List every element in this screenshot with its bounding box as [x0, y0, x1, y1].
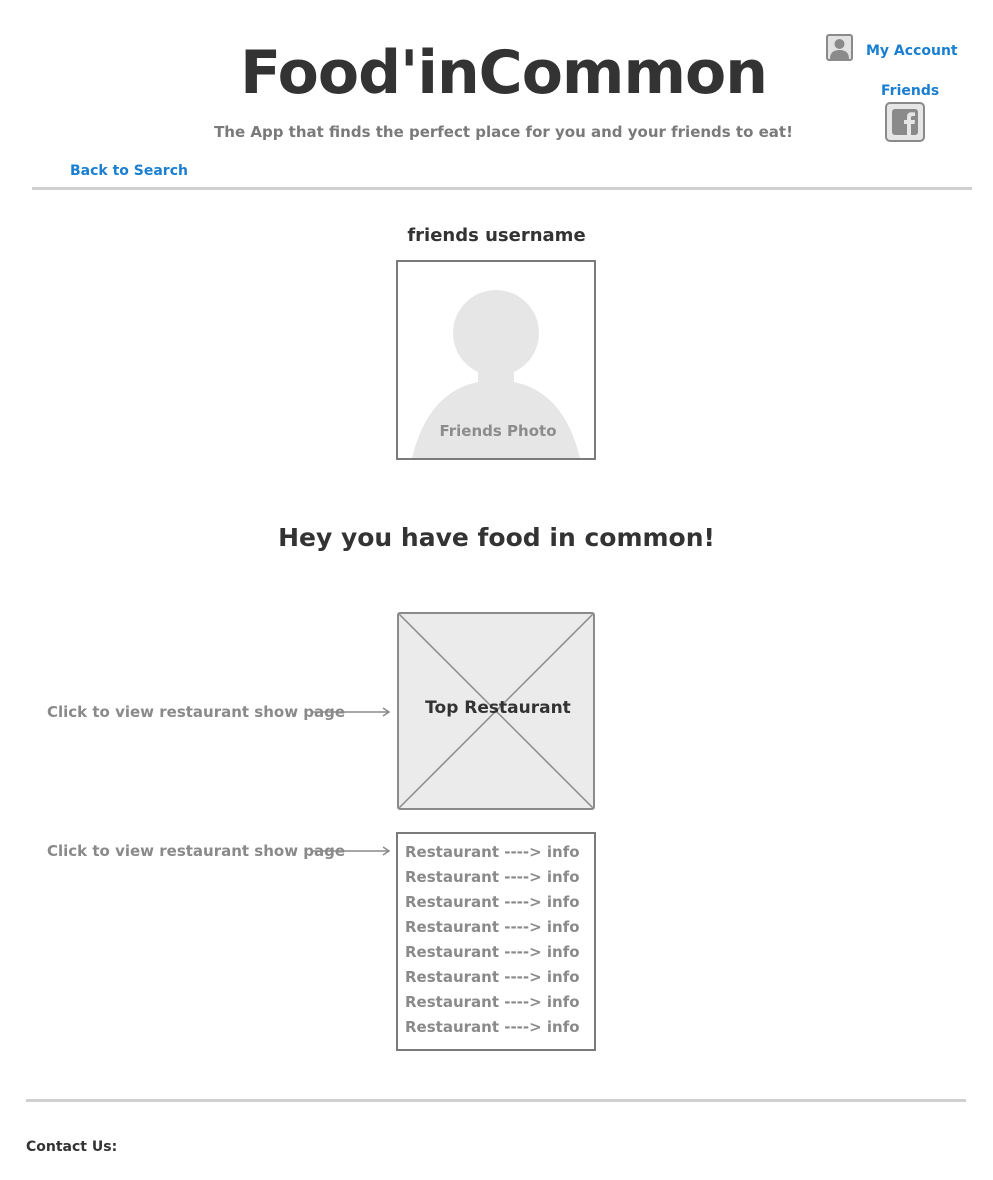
restaurant-list-item[interactable]: Restaurant ----> info	[405, 940, 594, 965]
restaurant-list-item[interactable]: Restaurant ----> info	[405, 965, 594, 990]
top-restaurant-card[interactable]: Top Restaurant	[397, 612, 595, 810]
friends-link[interactable]: Friends	[881, 83, 939, 99]
top-restaurant-hint: Click to view restaurant show page	[47, 703, 346, 721]
restaurant-list-item[interactable]: Restaurant ----> info	[405, 990, 594, 1015]
arrow-right-icon	[312, 707, 391, 717]
facebook-icon[interactable]	[885, 102, 925, 142]
header-divider	[32, 187, 972, 190]
footer-divider	[26, 1099, 966, 1102]
contact-us-label: Contact Us:	[26, 1139, 118, 1155]
my-account-link[interactable]: My Account	[866, 43, 958, 59]
restaurant-list-hint: Click to view restaurant show page	[47, 842, 346, 860]
user-icon[interactable]	[826, 34, 853, 61]
restaurant-list-item[interactable]: Restaurant ----> info	[405, 1015, 594, 1040]
friend-photo: Friends Photo	[396, 260, 596, 460]
top-restaurant-label: Top Restaurant	[425, 698, 571, 718]
restaurant-list-item[interactable]: Restaurant ----> info	[405, 865, 594, 890]
friend-username: friends username	[407, 225, 586, 246]
back-to-search-link[interactable]: Back to Search	[70, 163, 188, 179]
friend-photo-label: Friends Photo	[439, 422, 557, 440]
restaurant-list: Restaurant ----> info Restaurant ----> i…	[396, 832, 596, 1051]
restaurant-list-item[interactable]: Restaurant ----> info	[405, 840, 594, 865]
arrow-right-icon	[312, 846, 391, 856]
common-food-heading: Hey you have food in common!	[278, 523, 715, 552]
restaurant-list-item[interactable]: Restaurant ----> info	[405, 915, 594, 940]
restaurant-list-item[interactable]: Restaurant ----> info	[405, 890, 594, 915]
app-tagline: The App that finds the perfect place for…	[214, 123, 793, 141]
